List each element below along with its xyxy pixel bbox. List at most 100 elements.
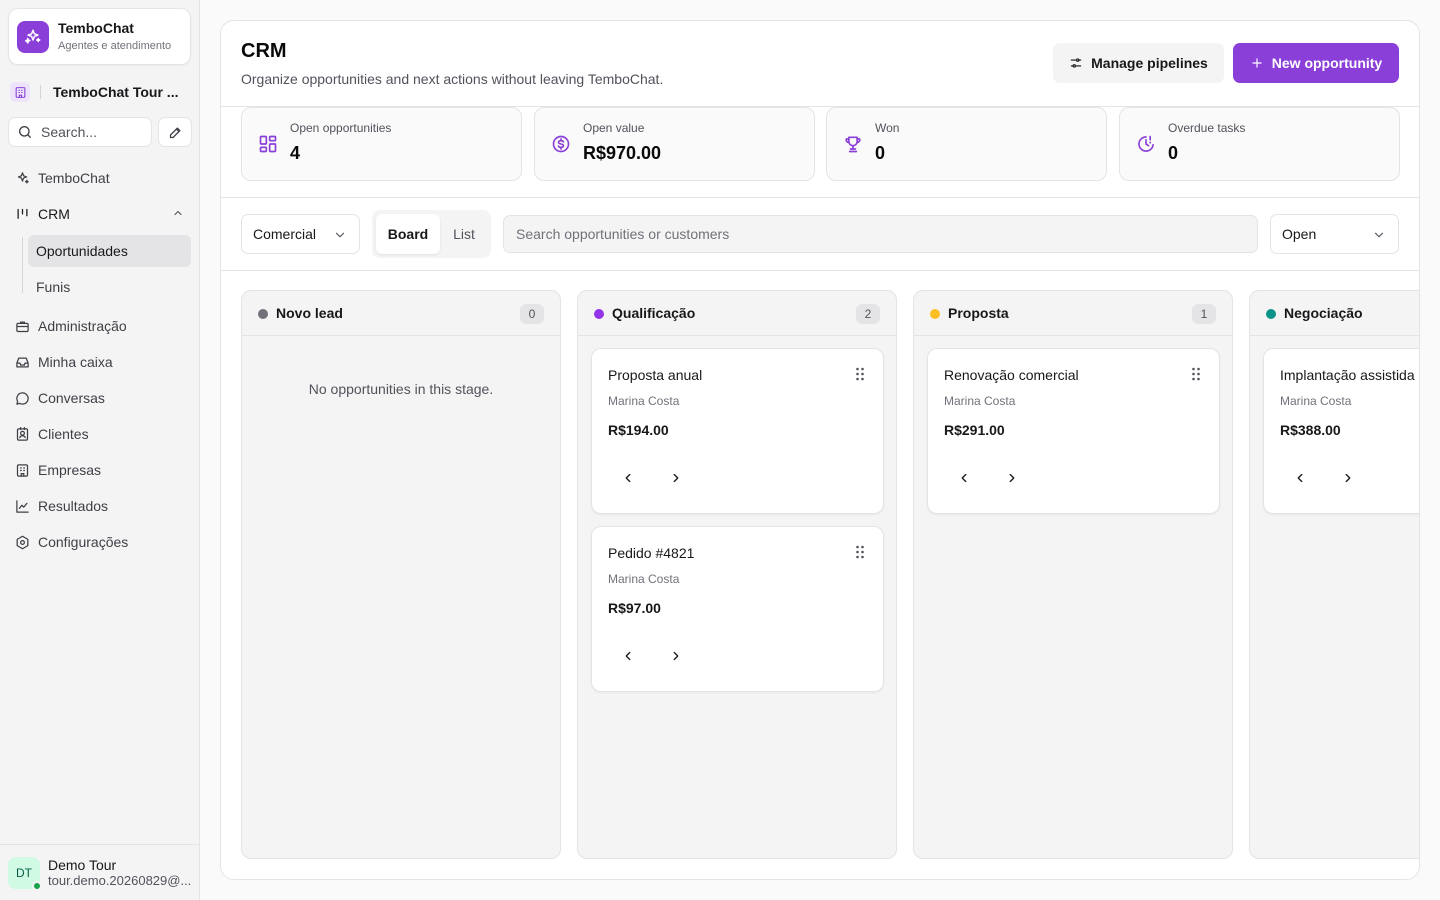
drag-handle-icon[interactable]	[855, 545, 865, 559]
opportunity-card[interactable]: Renovação comercial Marina Costa R$291.0…	[927, 348, 1220, 514]
stage-header: Novo lead 0	[242, 291, 560, 336]
sidebar-item-funis[interactable]: Funis	[28, 271, 191, 303]
building-icon	[10, 82, 30, 102]
move-next-stage-button[interactable]	[662, 642, 690, 670]
chevron-left-icon	[961, 473, 967, 483]
move-next-stage-button[interactable]	[662, 464, 690, 492]
sidebar-subitem-label: Oportunidades	[36, 243, 128, 259]
move-previous-stage-button[interactable]	[950, 464, 978, 492]
divider	[40, 85, 41, 99]
contact-icon	[14, 426, 30, 442]
page-title: CRM	[241, 40, 287, 62]
stat-label: Open opportunities	[290, 121, 392, 135]
user-menu[interactable]: DT Demo Tour tour.demo.20260829@...	[0, 844, 199, 900]
stage-color-dot	[930, 309, 940, 319]
online-status-dot	[32, 880, 42, 891]
move-previous-stage-button[interactable]	[1286, 464, 1314, 492]
sidebar-item-label: TemboChat	[38, 170, 110, 186]
stat-open-value: Open value R$970.00	[534, 107, 815, 181]
stat-won: Won 0	[826, 107, 1107, 181]
pipeline-select[interactable]: Comercial	[241, 214, 360, 254]
sparkles-icon	[17, 20, 49, 53]
chevron-right-icon	[673, 473, 679, 483]
stage-color-dot	[258, 309, 268, 319]
opportunity-search-input[interactable]: Search opportunities or customers	[503, 215, 1258, 253]
submenu-guide-line	[22, 237, 23, 293]
opportunity-value: R$388.00	[1280, 422, 1341, 438]
sidebar: TemboChat Agentes e atendimento TemboCha…	[0, 0, 200, 900]
sidebar-search-input[interactable]: Search...	[8, 117, 152, 147]
new-opportunity-button[interactable]: New opportunity	[1233, 43, 1399, 83]
view-board-tab[interactable]: Board	[376, 214, 440, 254]
move-next-stage-button[interactable]	[998, 464, 1026, 492]
opportunity-card[interactable]: Proposta anual Marina Costa R$194.00	[591, 348, 884, 514]
status-select-value: Open	[1282, 226, 1317, 242]
sidebar-item-tembochat[interactable]: TemboChat	[8, 162, 192, 194]
stage-column-negociacao: Negociação Implantação assistida Marina …	[1249, 290, 1419, 859]
stage-title: Negociação	[1284, 305, 1363, 321]
workspace-selector[interactable]: TemboChat Tour ...	[10, 80, 194, 104]
opportunity-card[interactable]: Implantação assistida Marina Costa R$388…	[1263, 348, 1419, 514]
stage-color-dot	[594, 309, 604, 319]
view-list-tab[interactable]: List	[444, 214, 484, 254]
opportunity-customer: Marina Costa	[608, 394, 680, 408]
opportunity-customer: Marina Costa	[1280, 394, 1352, 408]
sidebar-item-resultados[interactable]: Resultados	[8, 490, 192, 522]
pipeline-select-value: Comercial	[253, 226, 317, 242]
sidebar-item-oportunidades[interactable]: Oportunidades	[28, 235, 191, 267]
divider	[221, 197, 1419, 198]
chevron-up-icon[interactable]	[172, 207, 184, 219]
layout-grid-icon	[259, 135, 277, 153]
chat-bubble-icon	[14, 390, 30, 406]
sidebar-item-clientes[interactable]: Clientes	[8, 418, 192, 450]
stage-column-qualificacao: Qualificação 2 Proposta anual Marina Cos…	[577, 290, 897, 859]
chevron-left-icon	[625, 651, 631, 661]
drag-handle-icon[interactable]	[855, 367, 865, 381]
drag-handle-icon[interactable]	[1191, 367, 1201, 381]
sidebar-item-minha-caixa[interactable]: Minha caixa	[8, 346, 192, 378]
user-email: tour.demo.20260829@...	[48, 872, 192, 888]
brand-switcher[interactable]: TemboChat Agentes e atendimento	[8, 8, 191, 65]
search-icon	[19, 126, 31, 138]
building-icon	[14, 462, 30, 478]
sidebar-item-crm[interactable]: CRM	[8, 198, 192, 230]
sidebar-item-conversas[interactable]: Conversas	[8, 382, 192, 414]
avatar: DT	[8, 856, 42, 891]
stage-count-badge: 1	[1192, 304, 1216, 324]
chevron-left-icon	[625, 473, 631, 483]
sidebar-item-configuracoes[interactable]: Configurações	[8, 526, 192, 558]
opportunity-card[interactable]: Pedido #4821 Marina Costa R$97.00	[591, 526, 884, 692]
settings-icon	[14, 534, 30, 550]
sidebar-search-placeholder: Search...	[41, 124, 98, 140]
stage-count-badge: 2	[856, 304, 880, 324]
chevron-down-icon	[1374, 232, 1384, 238]
compose-button[interactable]	[158, 117, 192, 147]
stage-title: Qualificação	[612, 305, 696, 321]
stage-count-badge: 0	[520, 304, 544, 324]
clock-alert-icon	[1138, 135, 1154, 152]
move-previous-stage-button[interactable]	[614, 642, 642, 670]
sidebar-item-label: Minha caixa	[38, 354, 113, 370]
opportunity-value: R$194.00	[608, 422, 669, 438]
chevron-right-icon	[673, 651, 679, 661]
stage-header: Qualificação 2	[578, 291, 896, 336]
dollar-circle-icon	[552, 135, 570, 153]
stage-title: Novo lead	[276, 305, 343, 321]
stage-column-proposta: Proposta 1 Renovação comercial Marina Co…	[913, 290, 1233, 859]
sidebar-item-label: Empresas	[38, 462, 102, 478]
brand-subtitle: Agentes e atendimento	[58, 40, 172, 52]
sidebar-item-empresas[interactable]: Empresas	[8, 454, 192, 486]
move-next-stage-button[interactable]	[1334, 464, 1362, 492]
inbox-icon	[14, 354, 30, 370]
kanban-icon	[14, 206, 30, 222]
view-toggle: Board List	[372, 210, 491, 258]
workspace-name: TemboChat Tour ...	[53, 84, 179, 100]
move-previous-stage-button[interactable]	[614, 464, 642, 492]
status-select[interactable]: Open	[1270, 214, 1399, 254]
chevron-right-icon	[1009, 473, 1015, 483]
briefcase-icon	[14, 318, 30, 334]
manage-pipelines-button[interactable]: Manage pipelines	[1053, 43, 1224, 83]
sidebar-item-administracao[interactable]: Administração	[8, 310, 192, 342]
sidebar-subitem-label: Funis	[36, 279, 71, 295]
page-subtitle: Organize opportunities and next actions …	[241, 71, 664, 87]
